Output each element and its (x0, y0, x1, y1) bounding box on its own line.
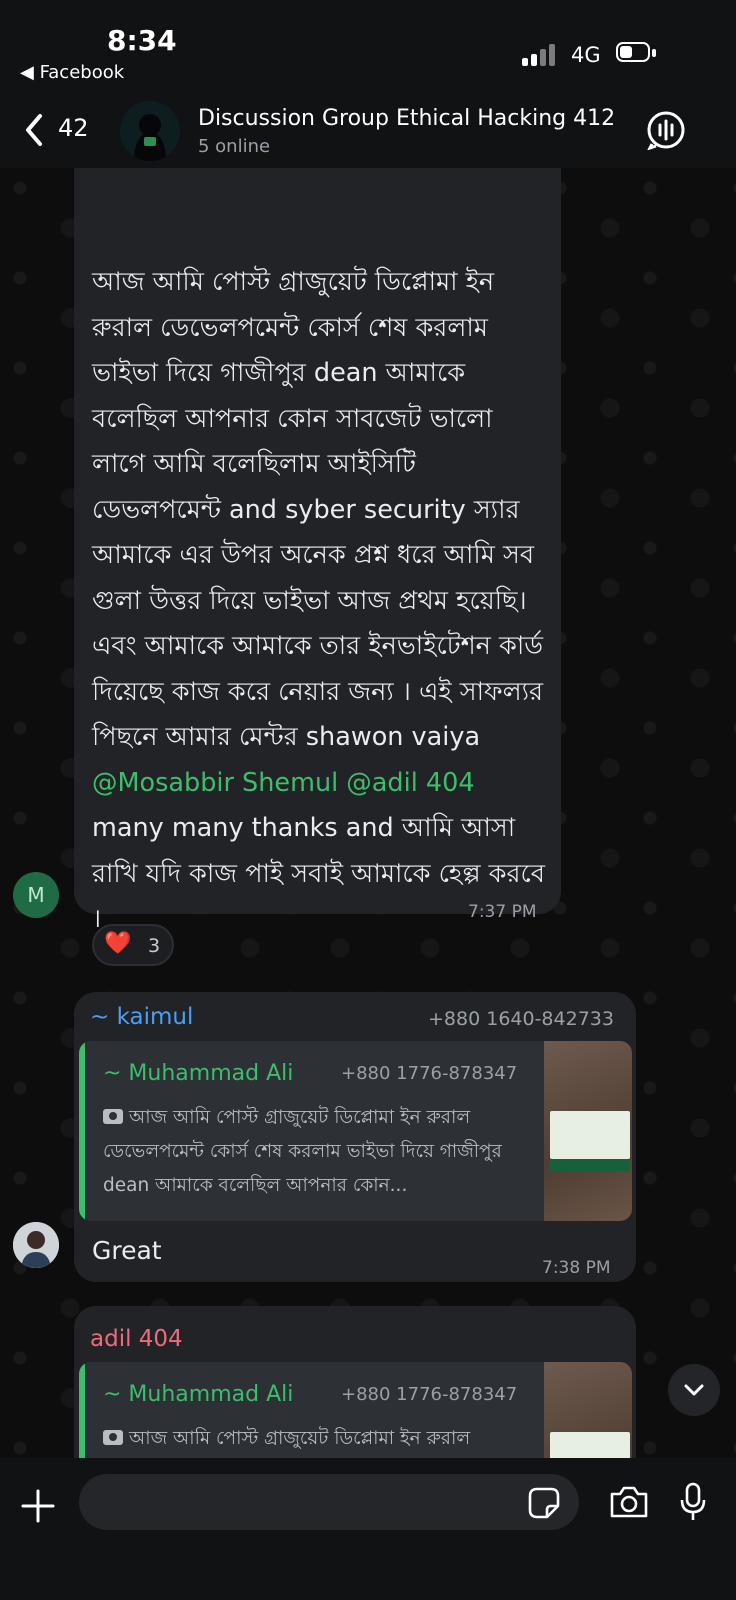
mention-mosabbir[interactable]: @Mosabbir Shemul (92, 768, 338, 798)
message-text-part: আজ আমি পোস্ট গ্রাজুয়েট ডিপ্লোমা ইন রুরা… (92, 267, 544, 752)
quote-thumbnail (544, 1362, 632, 1458)
reply-quote[interactable]: ~ Muhammad Ali +880 1776-878347 আজ আমি প… (79, 1041, 632, 1221)
camera-icon (103, 1430, 123, 1445)
signal-icon (522, 44, 558, 66)
sender-name[interactable]: ~ kaimul (90, 1004, 193, 1030)
reply-quote[interactable]: ~ Muhammad Ali +880 1776-878347 আজ আমি প… (79, 1362, 632, 1458)
group-avatar[interactable] (120, 101, 180, 161)
message-input[interactable] (79, 1474, 579, 1530)
back-to-facebook-link[interactable]: ◀ Facebook (20, 62, 124, 83)
quote-text-content: আজ আমি পোস্ট গ্রাজুয়েট ডিপ্লোমা ইন রুরা… (103, 1107, 502, 1196)
quote-text: আজ আমি পোস্ট গ্রাজুয়েট ডিপ্লোমা ইন রুরা… (103, 1101, 523, 1203)
message-text: Great (92, 1236, 162, 1265)
avatar[interactable]: M (13, 872, 59, 918)
sticker-icon[interactable] (527, 1486, 561, 1520)
plus-icon[interactable] (20, 1488, 56, 1524)
group-online-status: 5 online (198, 136, 271, 157)
unread-count[interactable]: 42 (58, 114, 89, 142)
chat-area[interactable]: আজ আমি পোস্ট গ্রাজুয়েট ডিপ্লোমা ইন রুরা… (0, 168, 736, 1458)
group-title[interactable]: Discussion Group Ethical Hacking 412 (198, 106, 615, 131)
quote-sender-phone: +880 1776-878347 (341, 1063, 518, 1084)
camera-icon (103, 1109, 123, 1124)
sender-name[interactable]: adil 404 (90, 1326, 183, 1352)
voice-chat-icon[interactable] (646, 110, 686, 150)
quote-thumbnail (544, 1041, 632, 1221)
quote-sender-phone: +880 1776-878347 (341, 1384, 518, 1405)
quote-text-content: আজ আমি পোস্ট গ্রাজুয়েট ডিপ্লোমা ইন রুরা… (129, 1428, 471, 1449)
message-input-bar (0, 1458, 736, 1600)
message-time: 7:38 PM (542, 1258, 611, 1278)
sender-phone: +880 1640-842733 (428, 1008, 614, 1030)
heart-reaction-icon: ❤️ (104, 931, 132, 956)
microphone-icon[interactable] (678, 1482, 708, 1522)
status-bar: 8:34 ◀ Facebook 4G (0, 0, 736, 90)
status-time: 8:34 (107, 24, 177, 57)
quote-sender-name: ~ Muhammad Ali (103, 1061, 294, 1086)
camera-icon[interactable] (608, 1484, 650, 1520)
network-label: 4G (571, 43, 601, 67)
chevron-down-icon (684, 1384, 704, 1396)
chat-header: 42 Discussion Group Ethical Hacking 412 … (0, 90, 736, 168)
avatar[interactable] (13, 1222, 59, 1268)
quote-text: আজ আমি পোস্ট গ্রাজুয়েট ডিপ্লোমা ইন রুরা… (103, 1422, 523, 1456)
reaction-chip[interactable]: ❤️ 3 (92, 924, 174, 966)
quote-sender-name: ~ Muhammad Ali (103, 1382, 294, 1407)
mention-adil[interactable]: @adil 404 (346, 768, 474, 798)
quote-accent-bar (79, 1362, 85, 1458)
message-text: আজ আমি পোস্ট গ্রাজুয়েট ডিপ্লোমা ইন রুরা… (92, 260, 552, 943)
quote-accent-bar (79, 1041, 85, 1221)
scroll-to-bottom-button[interactable] (668, 1364, 720, 1416)
message-time: 7:37 PM (468, 902, 537, 922)
battery-icon (616, 42, 658, 64)
back-chevron-icon[interactable] (20, 110, 50, 150)
reaction-count: 3 (148, 935, 161, 957)
